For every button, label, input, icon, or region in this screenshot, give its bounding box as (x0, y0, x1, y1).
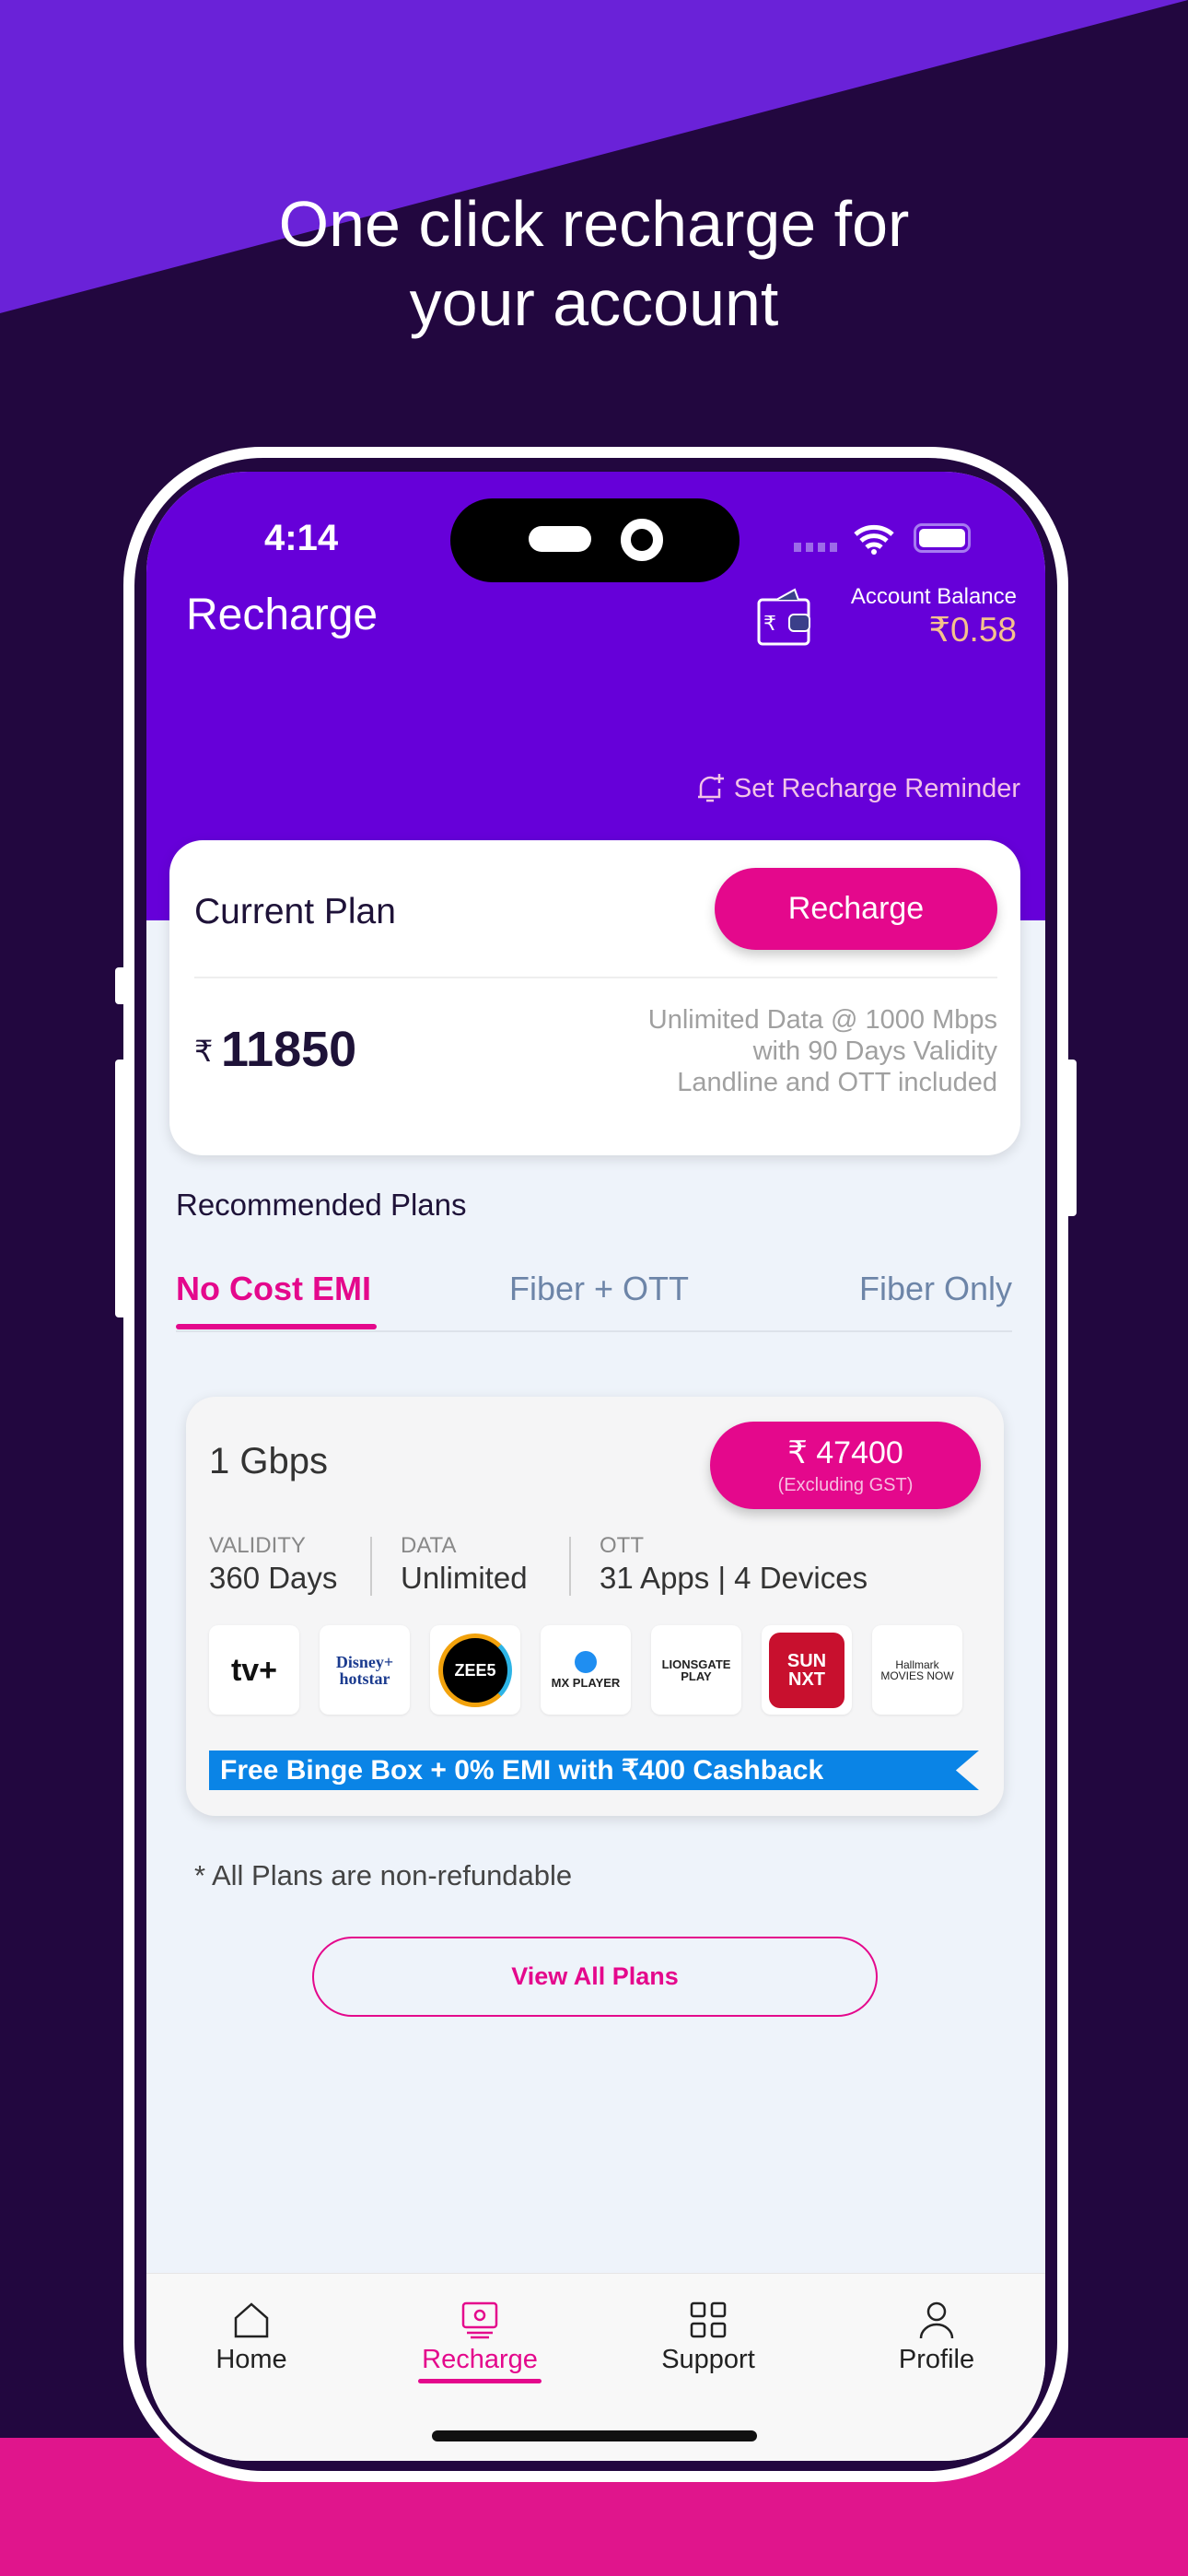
wifi-icon (854, 524, 894, 555)
svg-text:₹: ₹ (763, 613, 776, 636)
active-nav-indicator (418, 2379, 542, 2383)
plan-price-note: (Excluding GST) (777, 1475, 914, 1495)
current-plan-description: Unlimited Data @ 1000 Mbps with 90 Days … (648, 1004, 997, 1098)
apple-tv-logo: tv+ (209, 1625, 299, 1715)
plan-speed: 1 Gbps (209, 1441, 328, 1481)
recommended-plans-title: Recommended Plans (176, 1188, 467, 1222)
profile-icon (919, 2301, 954, 2339)
ott-value: 31 Apps | 4 Devices (600, 1561, 868, 1595)
tab-no-cost-emi[interactable]: No Cost EMI (176, 1270, 371, 1308)
offer-banner: Free Binge Box + 0% EMI with ₹400 Cashba… (209, 1751, 979, 1790)
mx-player-logo: MX PLAYER (541, 1625, 631, 1715)
nav-profile[interactable]: Profile (844, 2274, 1029, 2375)
home-indicator (432, 2430, 757, 2441)
hallmark-movies-now-logo: Hallmark MOVIES NOW (872, 1625, 962, 1715)
nav-home[interactable]: Home (159, 2274, 344, 2375)
nav-support-label: Support (661, 2345, 755, 2374)
currency-symbol: ₹ (194, 1035, 214, 1068)
plan-price-button[interactable]: ₹ 47400 (Excluding GST) (710, 1422, 981, 1509)
data-value: Unlimited (401, 1561, 528, 1595)
nav-recharge-label: Recharge (422, 2345, 538, 2374)
battery-icon (914, 523, 971, 553)
view-all-plans-button[interactable]: View All Plans (312, 1937, 878, 2017)
wallet-icon[interactable]: ₹ (756, 587, 813, 648)
ott-label: OTT (600, 1533, 644, 1558)
tab-fiber-ott[interactable]: Fiber + OTT (509, 1270, 689, 1308)
zee5-logo: ZEE5 (430, 1625, 520, 1715)
account-balance-label: Account Balance (850, 584, 1017, 609)
nav-support[interactable]: Support (616, 2274, 800, 2375)
validity-label: VALIDITY (209, 1533, 306, 1558)
nav-home-label: Home (215, 2345, 287, 2374)
page-title: Recharge (186, 591, 379, 639)
dynamic-island (450, 498, 740, 582)
disney-hotstar-logo: Disney+ hotstar (320, 1625, 410, 1715)
play-icon (575, 1651, 597, 1673)
description-line: Unlimited Data @ 1000 Mbps (647, 1005, 997, 1035)
bell-plus-icon (697, 774, 724, 802)
home-icon (234, 2302, 269, 2338)
current-plan-card: Current Plan Recharge ₹ 11850 Unlimited … (169, 840, 1020, 1155)
validity-value: 360 Days (209, 1561, 338, 1595)
nav-profile-label: Profile (898, 2345, 975, 2374)
plan-price: ₹ 47400 (787, 1435, 903, 1470)
disclaimer-text: * All Plans are non-refundable (194, 1859, 573, 1891)
divider (569, 1537, 571, 1596)
status-time: 4:14 (264, 518, 339, 558)
recharge-button[interactable]: Recharge (715, 868, 997, 950)
grid-icon (690, 2301, 727, 2338)
phone-screen: 4:14 Recharge ₹ Account Balance ₹0.58 Se… (146, 472, 1045, 2461)
bottom-navigation: Home Recharge Support Profile (146, 2273, 1045, 2461)
lionsgate-play-logo: LIONSGATE PLAY (651, 1625, 741, 1715)
promo-headline-line1: One click recharge for (278, 188, 910, 260)
account-balance-value: ₹0.58 (928, 611, 1017, 649)
nav-recharge[interactable]: Recharge (388, 2274, 572, 2383)
description-line: Landline and OTT included (677, 1068, 997, 1097)
data-label: DATA (401, 1533, 457, 1558)
active-tab-indicator (176, 1324, 377, 1329)
current-plan-amount: 11850 (221, 1022, 357, 1077)
set-recharge-reminder-label: Set Recharge Reminder (733, 773, 1020, 803)
plan-card[interactable]: 1 Gbps ₹ 47400 (Excluding GST) VALIDITY … (186, 1397, 1004, 1816)
divider (370, 1537, 372, 1596)
description-line: with 90 Days Validity (752, 1036, 997, 1066)
divider (194, 977, 997, 978)
set-recharge-reminder-link[interactable]: Set Recharge Reminder (695, 772, 1020, 805)
signal-icon (794, 543, 840, 552)
recharge-icon (461, 2301, 498, 2339)
tab-fiber-only[interactable]: Fiber Only (859, 1270, 1012, 1308)
sun-nxt-logo: SUN NXT (762, 1625, 852, 1715)
tabs-divider (176, 1330, 1012, 1332)
promo-headline-line2: your account (409, 267, 779, 339)
current-plan-title: Current Plan (194, 892, 396, 931)
